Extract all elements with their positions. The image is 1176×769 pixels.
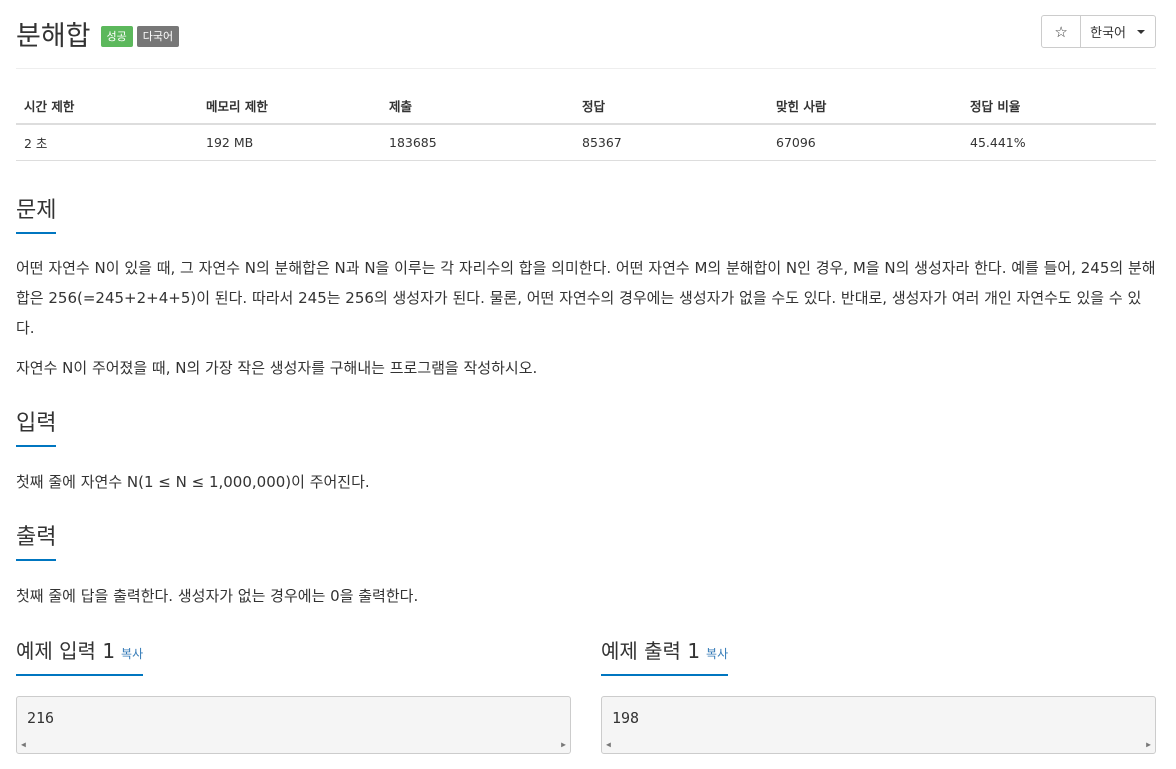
output-section-header: 출력 — [16, 519, 1156, 561]
output-description: 첫째 줄에 답을 출력한다. 생성자가 없는 경우에는 0을 출력한다. — [16, 587, 419, 605]
value-accept-ratio: 45.441% — [962, 124, 1156, 161]
star-icon: ☆ — [1054, 22, 1068, 41]
status-badge-success: 성공 — [100, 26, 133, 47]
value-accepted[interactable]: 85367 — [574, 124, 768, 161]
caret-down-icon — [1137, 29, 1145, 34]
sample-input-header: 예제 입력 1 복사 — [16, 635, 571, 676]
sample-output-header: 예제 출력 1 복사 — [601, 635, 1156, 676]
description-heading: 문제 — [16, 192, 57, 234]
output-heading: 출력 — [16, 519, 57, 561]
sample-input-box[interactable]: 216 ◀ ▶ — [16, 696, 571, 754]
description-section-header: 문제 — [16, 192, 1156, 234]
scroll-left-icon[interactable]: ◀ — [606, 740, 611, 750]
input-description: 첫째 줄에 자연수 N(1 ≤ N ≤ 1,000,000)이 주어진다. — [16, 473, 370, 491]
header-accept-ratio: 정답 비율 — [962, 88, 1156, 125]
language-dropdown[interactable]: 한국어 — [1081, 15, 1156, 48]
description-paragraph-2: 자연수 N이 주어졌을 때, N의 가장 작은 생성자를 구해내는 프로그램을 … — [16, 359, 538, 377]
header-memory-limit: 메모리 제한 — [198, 88, 381, 125]
value-time-limit: 2 초 — [16, 124, 198, 161]
horizontal-scrollbar[interactable]: ◀ ▶ — [606, 740, 1151, 750]
header-time-limit: 시간 제한 — [16, 88, 198, 125]
sample-output-heading: 예제 출력 1 복사 — [601, 635, 729, 676]
scroll-right-icon[interactable]: ▶ — [561, 740, 566, 750]
problem-info-table: 시간 제한 메모리 제한 제출 정답 맞힌 사람 정답 비율 2 초 192 M… — [16, 88, 1156, 161]
header-submissions: 제출 — [381, 88, 574, 125]
sample-input-heading: 예제 입력 1 복사 — [16, 635, 144, 676]
title-divider — [16, 68, 1156, 69]
scroll-left-icon[interactable]: ◀ — [21, 740, 26, 750]
info-header-row: 시간 제한 메모리 제한 제출 정답 맞힌 사람 정답 비율 — [16, 88, 1156, 125]
info-value-row: 2 초 192 MB 183685 85367 67096 45.441% — [16, 124, 1156, 161]
description-paragraph-1: 어떤 자연수 N이 있을 때, 그 자연수 N의 분해합은 N과 N을 이루는 … — [16, 259, 1156, 337]
header-accepted: 정답 — [574, 88, 768, 125]
horizontal-scrollbar[interactable]: ◀ ▶ — [21, 740, 566, 750]
value-submissions[interactable]: 183685 — [381, 124, 574, 161]
scroll-right-icon[interactable]: ▶ — [1146, 740, 1151, 750]
header-solvers: 맞힌 사람 — [768, 88, 962, 125]
page-title: 분해합 — [16, 21, 91, 52]
value-solvers[interactable]: 67096 — [768, 124, 962, 161]
input-heading: 입력 — [16, 405, 57, 447]
top-controls: ☆ 한국어 — [1041, 15, 1156, 48]
sample-output-box[interactable]: 198 ◀ ▶ — [601, 696, 1156, 754]
value-memory-limit: 192 MB — [198, 124, 381, 161]
title-row: 분해합 성공 다국어 — [16, 14, 180, 53]
favorite-button[interactable]: ☆ — [1041, 15, 1082, 48]
sample-input-content: 216 — [27, 709, 55, 727]
sample-output-content: 198 — [612, 709, 640, 727]
input-section-header: 입력 — [16, 405, 1156, 447]
copy-sample-input-link[interactable]: 복사 — [121, 647, 143, 661]
multilang-badge: 다국어 — [136, 26, 180, 47]
language-label: 한국어 — [1090, 26, 1126, 41]
copy-sample-output-link[interactable]: 복사 — [706, 647, 728, 661]
